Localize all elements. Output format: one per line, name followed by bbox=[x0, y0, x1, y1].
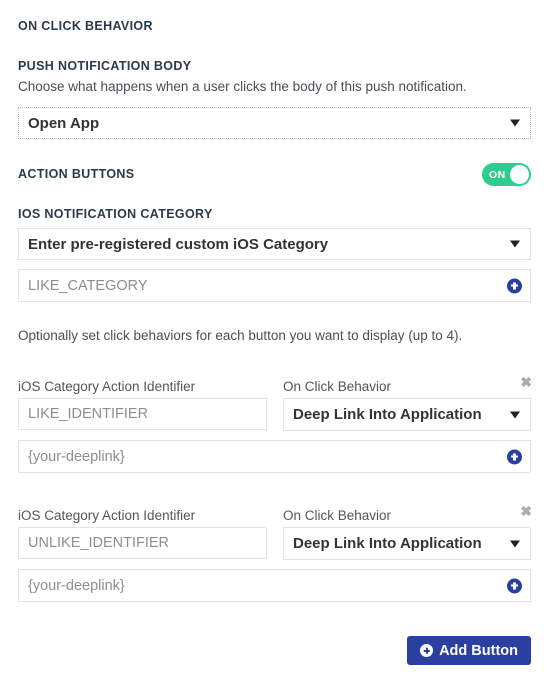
on-click-behavior-select[interactable]: Deep Link Into Application bbox=[283, 398, 531, 431]
deeplink-input[interactable] bbox=[18, 440, 531, 473]
deeplink-input[interactable] bbox=[18, 569, 531, 602]
on-click-behavior-panel: ON CLICK BEHAVIOR PUSH NOTIFICATION BODY… bbox=[0, 0, 549, 681]
remove-action-row-icon[interactable]: ✖ bbox=[520, 375, 532, 389]
action-row: iOS Category Action Identifier On Click … bbox=[18, 375, 532, 473]
chevron-down-icon bbox=[510, 240, 520, 248]
push-notification-body-select-value: Open App bbox=[28, 114, 100, 132]
add-button[interactable]: Add Button bbox=[407, 636, 531, 665]
on-click-behavior-select-value: Deep Link Into Application bbox=[293, 535, 482, 552]
add-deeplink-plus-icon[interactable] bbox=[507, 449, 522, 464]
push-notification-body-select[interactable]: Open App bbox=[18, 107, 531, 139]
ios-category-input[interactable] bbox=[18, 269, 531, 302]
on-click-behavior-label: On Click Behavior bbox=[283, 379, 392, 394]
plus-icon bbox=[420, 644, 434, 657]
push-notification-body-heading: PUSH NOTIFICATION BODY bbox=[18, 59, 192, 73]
on-click-behavior-select-value: Deep Link Into Application bbox=[293, 406, 482, 423]
ios-category-select-value: Enter pre-registered custom iOS Category bbox=[28, 235, 329, 253]
action-buttons-toggle[interactable]: ON bbox=[482, 163, 531, 186]
action-buttons-helper-text: Optionally set click behaviors for each … bbox=[18, 328, 463, 343]
remove-action-row-icon[interactable]: ✖ bbox=[520, 504, 532, 518]
chevron-down-icon bbox=[510, 411, 520, 418]
on-click-behavior-heading: ON CLICK BEHAVIOR bbox=[18, 19, 153, 33]
ios-action-identifier-label: iOS Category Action Identifier bbox=[18, 379, 196, 394]
on-click-behavior-label: On Click Behavior bbox=[283, 508, 392, 523]
ios-action-identifier-label: iOS Category Action Identifier bbox=[18, 508, 196, 523]
ios-category-select[interactable]: Enter pre-registered custom iOS Category bbox=[18, 228, 531, 260]
push-notification-body-description: Choose what happens when a user clicks t… bbox=[18, 79, 467, 94]
chevron-down-icon bbox=[510, 119, 520, 127]
add-deeplink-plus-icon[interactable] bbox=[507, 578, 522, 593]
toggle-knob bbox=[510, 165, 529, 184]
ios-notification-category-heading: IOS NOTIFICATION CATEGORY bbox=[18, 207, 213, 221]
action-buttons-toggle-label: ON bbox=[489, 168, 506, 181]
action-buttons-heading: ACTION BUTTONS bbox=[18, 167, 135, 181]
ios-action-identifier-input[interactable] bbox=[18, 527, 267, 559]
add-button-label: Add Button bbox=[439, 642, 518, 659]
action-row: iOS Category Action Identifier On Click … bbox=[18, 504, 532, 602]
ios-action-identifier-input[interactable] bbox=[18, 398, 267, 430]
on-click-behavior-select[interactable]: Deep Link Into Application bbox=[283, 527, 531, 560]
add-category-plus-icon[interactable] bbox=[507, 278, 522, 293]
chevron-down-icon bbox=[510, 540, 520, 547]
